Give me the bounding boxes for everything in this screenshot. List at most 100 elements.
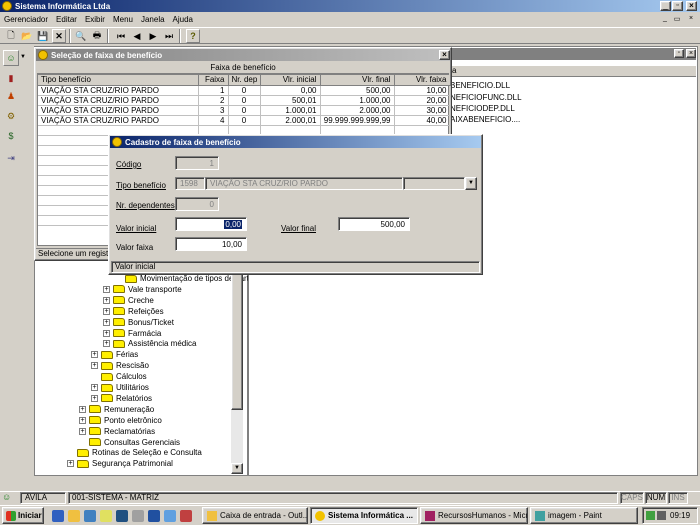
search-icon[interactable]: 🔍 [74,29,88,43]
tipo-beneficio-name-field[interactable]: VIAÇÃO STA CRUZ/RIO PARDO [205,177,403,190]
tree-vertical-scrollbar[interactable]: ▼ [231,262,243,474]
users-icon[interactable]: ☺ [3,50,19,66]
menu-gerenciador[interactable]: Gerenciador [0,15,52,24]
right-window-close-button[interactable]: × [686,49,696,58]
expand-icon[interactable]: + [103,307,110,315]
quicklaunch-edit-icon[interactable] [180,510,192,522]
menu-mdi-minimize-button[interactable]: _ [660,15,670,24]
next-record-icon[interactable]: ▶ [146,29,160,43]
menu-exibir[interactable]: Exibir [81,15,109,24]
expand-icon[interactable]: + [91,384,98,391]
quicklaunch-desktop-icon[interactable] [84,510,96,522]
quicklaunch-word-icon[interactable] [148,510,160,522]
tray-volume-icon[interactable] [657,511,666,520]
scroll-down-arrow-icon[interactable]: ▼ [231,463,243,474]
file-list-item[interactable]: AIXABENEFICIO.... [450,115,520,124]
new-document-icon[interactable]: 🗋 [4,29,18,43]
expand-icon[interactable]: + [103,318,110,326]
tree-item[interactable]: + Rescisão [91,360,149,371]
valor-final-input[interactable]: 500,00 [338,217,410,231]
print-icon[interactable]: 🖶 [90,29,104,43]
right-window-maximize-button[interactable]: ▫ [674,49,684,58]
maximize-button[interactable]: ▫ [672,1,683,11]
open-folder-icon[interactable]: 📂 [20,29,34,43]
expand-icon[interactable]: + [91,394,98,402]
taskbar-item-recursos[interactable]: RecursosHumanos - Micr... [420,507,528,524]
tree-item[interactable]: + Reclamatórias [79,426,155,437]
tree-item[interactable]: + Relatórios [91,393,152,404]
tree-item[interactable]: + Ponto eletrônico [79,415,162,426]
expand-icon[interactable]: + [79,416,86,424]
col-nr-dep[interactable]: Nr. dep [228,75,261,86]
expand-icon[interactable]: + [79,405,86,413]
exit-icon[interactable]: ⇥ [3,150,19,166]
menu-mdi-close-button[interactable]: × [686,15,696,24]
file-list-item[interactable]: NEFICIOFUNC.DLL [450,93,522,102]
tree-item[interactable]: + Vale transporte [103,284,182,295]
tree-item[interactable]: + Farmácia [103,328,161,339]
col-vlr-inicial[interactable]: Vlr. inicial [260,75,321,86]
close-button[interactable]: × [686,1,697,11]
taskbar-item-outlook[interactable]: Caixa de entrada - Outl... [202,507,308,524]
menu-janela[interactable]: Janela [137,15,169,24]
expand-icon[interactable]: + [67,460,74,468]
table-row[interactable]: VIAÇÃO STA CRUZ/RIO PARDO 1 0 0,00 500,00 10,… [38,85,451,96]
tree-item[interactable]: Cálculos [91,371,147,382]
table-row[interactable]: VIAÇÃO STA CRUZ/RIO PARDO 4 0 2.000,01 99.99… [38,115,451,126]
tree-item[interactable]: Rotinas de Seleção e Consulta [67,447,202,458]
menu-menu[interactable]: Menu [109,15,137,24]
tree-item[interactable]: + Utilitários [91,382,149,393]
users-dropdown-icon[interactable]: ▼ [20,54,26,60]
col-tipo-beneficio[interactable]: Tipo benefício [38,75,199,86]
tools-icon[interactable]: ⚙ [3,108,19,124]
expand-icon[interactable]: + [103,296,110,304]
menu-mdi-restore-button[interactable]: ▭ [672,15,682,24]
expand-icon[interactable]: + [91,362,98,370]
expand-icon[interactable]: + [103,340,110,348]
expand-icon[interactable]: + [91,351,98,359]
tree-item[interactable]: + Assistência médica [103,338,196,349]
manual-icon[interactable]: ▮ [3,70,19,86]
delete-icon[interactable]: ✕ [52,29,66,43]
last-record-icon[interactable]: ⏭ [162,29,176,43]
start-button[interactable]: Iniciar [2,507,44,524]
tree-item[interactable]: + Segurança Patrimonial [67,458,173,469]
tray-network-icon[interactable] [646,511,655,520]
expand-icon[interactable]: + [103,285,110,293]
tree-scroll-thumb[interactable] [231,262,243,410]
help-icon[interactable]: ? [186,29,200,43]
tipo-beneficio-dropdown-button[interactable]: ▼ [465,177,477,190]
quicklaunch-tool-icon[interactable] [164,510,176,522]
codigo-field[interactable]: 1 [175,156,219,170]
save-icon[interactable]: 💾 [36,29,50,43]
col-vlr-faixa[interactable]: Vlr. faixa [394,75,451,86]
tree-item[interactable]: + Refeições [103,306,164,317]
person-icon[interactable]: ♟ [3,88,19,104]
table-row[interactable]: VIAÇÃO STA CRUZ/RIO PARDO 3 0 1.000,01 2.000… [38,105,451,116]
valor-inicial-input[interactable]: 0,00 [175,217,247,231]
quicklaunch-outlook-icon[interactable] [68,510,80,522]
tipo-beneficio-code-field[interactable]: 1598 [175,177,205,190]
tipo-beneficio-extra-field[interactable] [403,177,465,190]
nr-dependentes-field[interactable]: 0 [175,197,219,211]
col-faixa[interactable]: Faixa [198,75,229,86]
taskbar-item-paint[interactable]: imagem - Paint [530,507,638,524]
expand-icon[interactable]: + [79,427,86,435]
selection-window-close-button[interactable]: × [439,50,450,60]
quicklaunch-mail-icon[interactable] [100,510,112,522]
minimize-button[interactable]: _ [660,1,671,11]
quicklaunch-app-icon[interactable] [132,510,144,522]
money-icon[interactable]: $ [3,128,19,144]
file-list-item[interactable]: NEFICIODEP.DLL [450,104,515,113]
menu-ajuda[interactable]: Ajuda [169,15,197,24]
tree-item[interactable]: + Férias [91,349,138,360]
table-row[interactable]: VIAÇÃO STA CRUZ/RIO PARDO 2 0 500,01 1.000,0… [38,95,451,106]
tree-item[interactable]: + Remuneração [79,404,154,415]
tree-item[interactable]: + Creche [103,295,154,306]
quicklaunch-ie-icon[interactable] [52,510,64,522]
tree-item[interactable]: + Bonus/Ticket [103,317,174,328]
taskbar-item-sistema[interactable]: Sistema Informática ... [310,507,418,524]
file-list-item[interactable]: BENEFICIO.DLL [450,81,510,90]
expand-icon[interactable]: + [103,329,110,337]
menu-editar[interactable]: Editar [52,15,81,24]
